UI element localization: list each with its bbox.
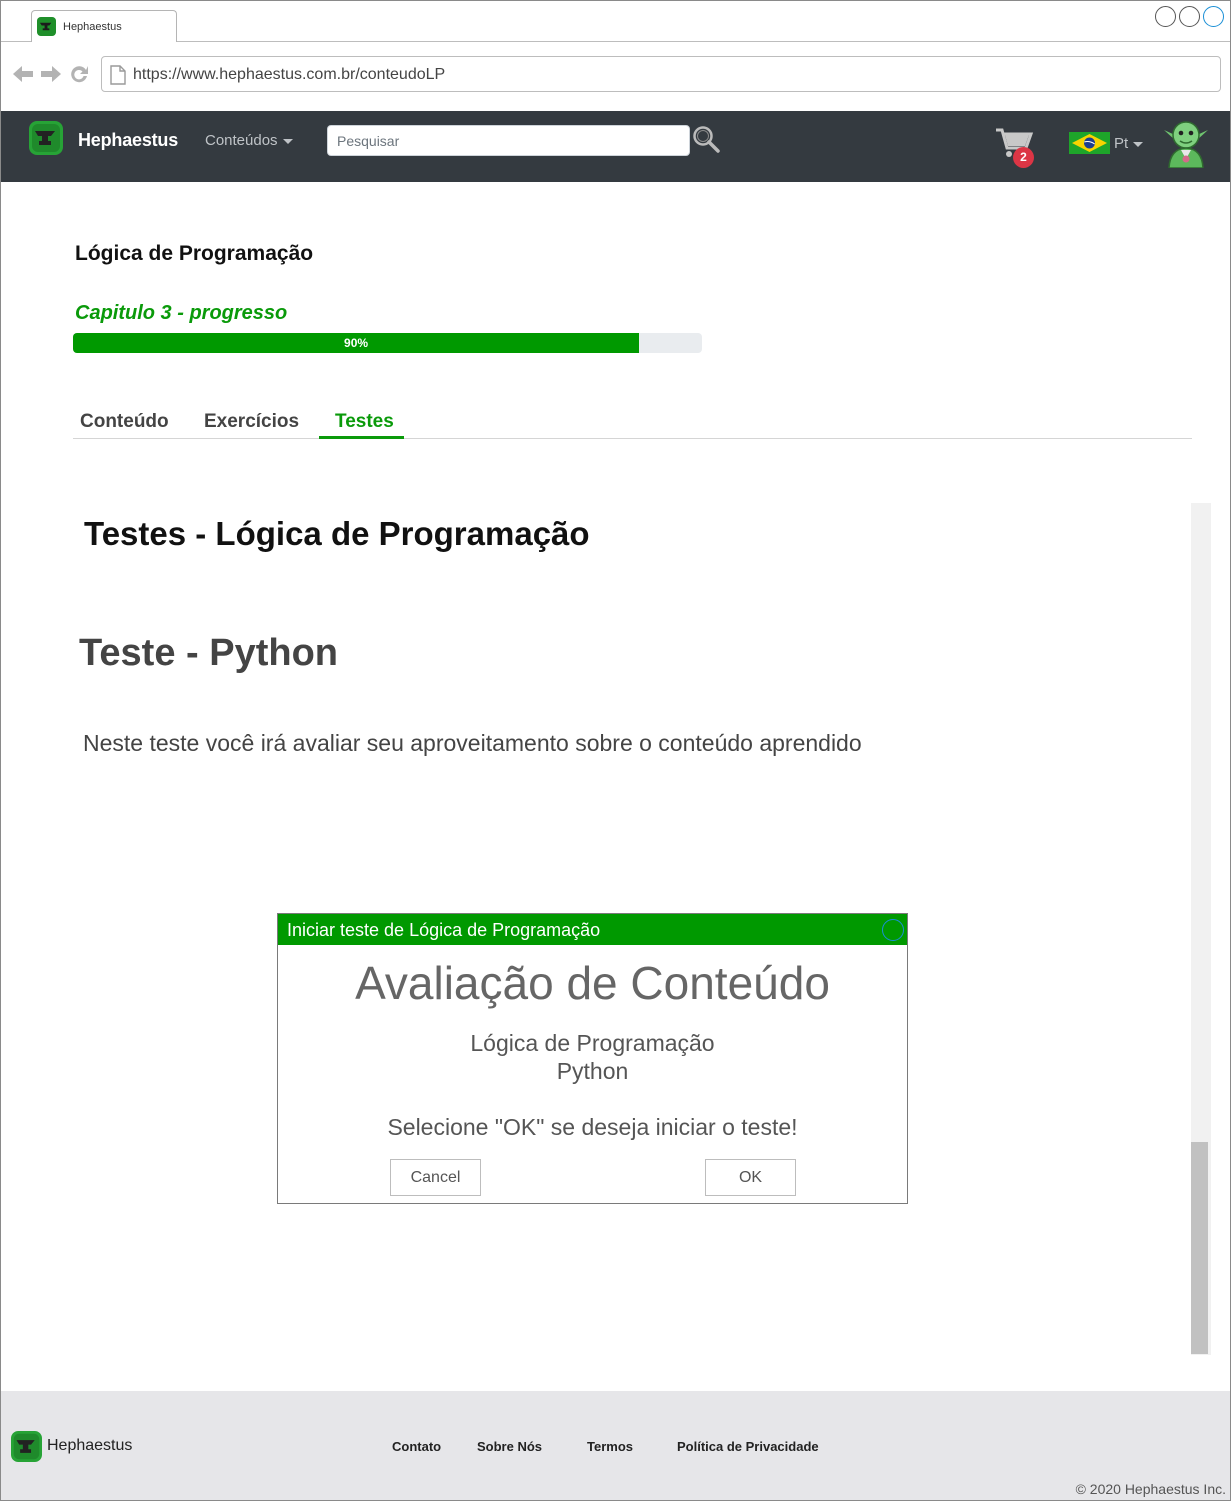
dialog-course-name: Lógica de Programação	[470, 1030, 715, 1056]
brand-name[interactable]: Hephaestus	[78, 130, 178, 151]
tab-exercicios[interactable]: Exercícios	[204, 411, 299, 433]
progress-label: Capitulo 3 - progresso	[75, 302, 288, 324]
maximize-button[interactable]	[1179, 6, 1200, 27]
forward-arrow-icon[interactable]	[39, 62, 63, 86]
progress-bar-fill: 90%	[73, 333, 640, 353]
url-text: https://www.hephaestus.com.br/conteudoLP	[133, 66, 446, 83]
section-title: Testes - Lógica de Programação	[84, 515, 590, 552]
dialog-heading: Avaliação de Conteúdo	[355, 957, 830, 1009]
anvil-logo-icon[interactable]	[11, 1431, 42, 1462]
back-arrow-icon[interactable]	[11, 62, 35, 86]
anvil-logo-icon	[37, 17, 56, 36]
minimize-button[interactable]	[1155, 6, 1176, 27]
browser-tabbar: Hephaestus	[1, 1, 1230, 42]
conteudos-dropdown-label: Conteúdos	[205, 132, 278, 149]
user-avatar-icon[interactable]	[1161, 116, 1211, 168]
window-controls	[1155, 6, 1224, 27]
language-label: Pt	[1114, 135, 1129, 152]
footer-link-sobre-nos[interactable]: Sobre Nós	[477, 1439, 542, 1454]
course-title: Lógica de Programação	[75, 242, 314, 265]
footer-link-termos[interactable]: Termos	[587, 1439, 633, 1454]
page-icon	[110, 65, 126, 85]
scrollbar-thumb[interactable]	[1191, 1142, 1208, 1354]
url-field[interactable]: https://www.hephaestus.com.br/conteudoLP	[101, 56, 1221, 92]
brazil-flag-icon[interactable]	[1069, 132, 1110, 154]
browser-window: Hephaestus https://www.hephaestus.com.br…	[0, 0, 1231, 1501]
test-title: Teste - Python	[79, 632, 338, 674]
dialog-test-name: Python	[556, 1058, 629, 1084]
footer-link-contato[interactable]: Contato	[392, 1439, 441, 1454]
conteudos-dropdown[interactable]: Conteúdos	[205, 132, 293, 149]
tab-testes[interactable]: Testes	[335, 411, 394, 433]
footer-link-privacidade[interactable]: Política de Privacidade	[677, 1439, 819, 1454]
close-window-button[interactable]	[1203, 6, 1224, 27]
start-test-dialog: Iniciar teste de Lógica de Programação A…	[277, 913, 908, 1204]
language-selector[interactable]: Pt	[1114, 135, 1144, 152]
browser-tab-title: Hephaestus	[63, 21, 122, 33]
progress-bar: 90%	[73, 333, 702, 353]
content-tabs: Conteúdo Exercícios Testes	[73, 403, 1192, 439]
dialog-header: Iniciar teste de Lógica de Programação	[278, 914, 907, 945]
reload-icon[interactable]	[67, 62, 91, 86]
footer-brand[interactable]: Hephaestus	[47, 1437, 132, 1455]
chevron-down-icon	[282, 138, 293, 144]
ok-button[interactable]: OK	[705, 1159, 796, 1196]
dialog-title: Iniciar teste de Lógica de Programação	[287, 920, 601, 940]
search-input[interactable]	[327, 125, 690, 156]
cancel-button[interactable]: Cancel	[390, 1159, 481, 1196]
test-description: Neste teste você irá avaliar seu aprovei…	[83, 730, 862, 756]
chevron-down-icon	[1133, 141, 1144, 147]
browser-nav-buttons	[11, 62, 91, 86]
browser-tab[interactable]: Hephaestus	[31, 10, 177, 42]
tab-conteudo[interactable]: Conteúdo	[80, 411, 169, 433]
cart-count-badge: 2	[1013, 147, 1034, 168]
active-tab-indicator	[319, 436, 404, 439]
anvil-logo-icon[interactable]	[29, 121, 63, 155]
dialog-prompt: Selecione "OK" se deseja iniciar o teste…	[387, 1114, 798, 1140]
search-icon[interactable]	[692, 125, 720, 153]
dialog-close-button[interactable]	[882, 919, 904, 941]
copyright: © 2020 Hephaestus Inc.	[1075, 1481, 1226, 1497]
